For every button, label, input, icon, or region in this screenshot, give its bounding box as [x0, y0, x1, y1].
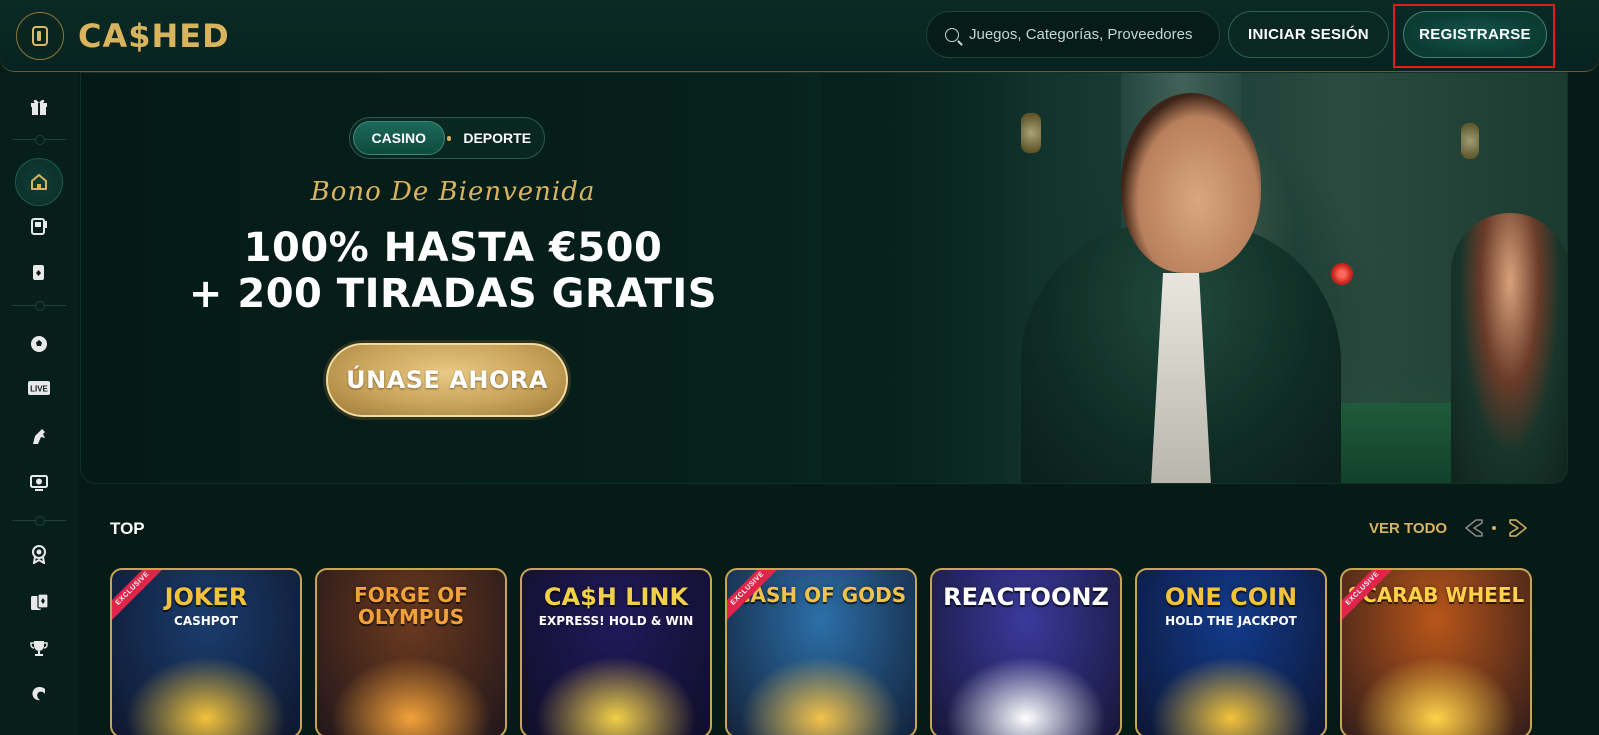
game-card[interactable]: JOKER CASHPOT EXCLUSIVE: [110, 568, 302, 735]
game-card[interactable]: ONE COIN HOLD THE JACKPOT: [1135, 568, 1327, 735]
sidebar-item-table-games[interactable]: [0, 252, 78, 292]
section-title-top: TOP: [110, 519, 145, 538]
sidebar-item-virtual[interactable]: [0, 462, 78, 502]
game-card[interactable]: REACTOONZ: [930, 568, 1122, 735]
game-artwork: [317, 646, 505, 735]
game-artwork: [1342, 646, 1530, 735]
svg-text:LIVE: LIVE: [30, 385, 48, 394]
horse-icon: [33, 429, 45, 444]
sidebar-item-vip[interactable]: [0, 534, 78, 574]
badge-icon: [32, 545, 46, 564]
tab-casino[interactable]: CASINO: [353, 121, 445, 155]
search-box[interactable]: [926, 11, 1220, 58]
sidebar-item-football[interactable]: [0, 324, 78, 364]
playing-cards-icon: [31, 593, 49, 610]
sidebar-toggle-icon: [32, 26, 48, 46]
sidebar-item-tournaments[interactable]: [0, 628, 78, 668]
game-artwork: [932, 646, 1120, 735]
sidebar-item-poker[interactable]: [0, 582, 78, 622]
next-arrow-icon[interactable]: [1506, 516, 1530, 540]
game-title: CA$H LINK: [543, 583, 689, 611]
game-artwork: [522, 646, 710, 735]
game-card[interactable]: SCARAB WHEEL EXCLUSIVE: [1340, 568, 1532, 735]
bonus-offer-line-1: 100% HASTA €500: [243, 225, 663, 271]
top-header: CA$HED INICIAR SESIÓN REGISTRARSE: [0, 0, 1599, 72]
previous-arrow-icon[interactable]: [1462, 516, 1486, 540]
game-artwork: [1137, 646, 1325, 735]
poker-chip-icon: [1331, 263, 1353, 285]
game-card[interactable]: CA$H LINK EXPRESS! HOLD & WIN: [520, 568, 712, 735]
sidebar-item-live[interactable]: LIVE: [0, 368, 78, 408]
menu-toggle-button[interactable]: [16, 12, 64, 60]
game-artwork: [727, 646, 915, 735]
game-title: ONE COIN: [1164, 583, 1298, 611]
tab-sport[interactable]: DEPORTE: [453, 121, 541, 155]
soccer-ball-icon: [31, 336, 47, 352]
sidebar-item-promotions[interactable]: [0, 86, 78, 126]
games-carousel: JOKER CASHPOT EXCLUSIVE FORGE OF OLYMPUS CA$…: [110, 568, 1540, 735]
join-now-button[interactable]: ÚNASE AHORA: [326, 343, 568, 417]
search-icon: [945, 27, 959, 42]
game-card[interactable]: FORGE OF OLYMPUS: [315, 568, 507, 735]
see-all-link[interactable]: VER TODO: [1369, 520, 1447, 537]
sidebar-divider: [12, 135, 66, 145]
game-subtitle: CASHPOT: [174, 614, 238, 628]
trophy-icon: [30, 641, 48, 656]
live-icon: LIVE: [28, 381, 50, 395]
cashback-icon: [32, 686, 45, 701]
bonus-heading: Bono De Bienvenida: [310, 177, 596, 207]
cards-icon: [33, 265, 44, 280]
game-card[interactable]: CASH OF GODS EXCLUSIVE: [725, 568, 917, 735]
game-subtitle: EXPRESS! HOLD & WIN: [538, 614, 694, 628]
sidebar-divider: [12, 516, 66, 526]
sidebar-item-slots[interactable]: [0, 206, 78, 246]
game-subtitle: HOLD THE JACKPOT: [1165, 614, 1297, 628]
search-input[interactable]: [969, 26, 1209, 43]
sidebar-item-horse-racing[interactable]: [0, 416, 78, 456]
home-icon: [31, 174, 47, 190]
sidebar: LIVE: [0, 72, 78, 735]
game-artwork: [112, 646, 300, 735]
register-button[interactable]: REGISTRARSE: [1403, 11, 1547, 58]
gift-icon: [31, 99, 47, 115]
sidebar-item-cashback[interactable]: [0, 674, 78, 714]
slot-machine-icon: [31, 218, 47, 235]
sidebar-divider: [12, 301, 66, 311]
sidebar-item-home[interactable]: [15, 158, 63, 206]
bonus-offer-line-2: + 200 TIRADAS GRATIS: [188, 271, 718, 317]
hero-banner: CASINO DEPORTE Bono De Bienvenida 100% H…: [80, 72, 1568, 484]
game-title: FORGE OF OLYMPUS: [354, 583, 468, 629]
tab-separator: [446, 135, 452, 141]
site-logo[interactable]: CA$HED: [78, 14, 230, 58]
login-button[interactable]: INICIAR SESIÓN: [1228, 11, 1389, 58]
carousel-dot: [1492, 526, 1496, 530]
product-tabs: CASINO DEPORTE: [349, 117, 545, 159]
virtual-sports-icon: [30, 475, 48, 491]
game-title: REACTOONZ: [943, 583, 1109, 611]
